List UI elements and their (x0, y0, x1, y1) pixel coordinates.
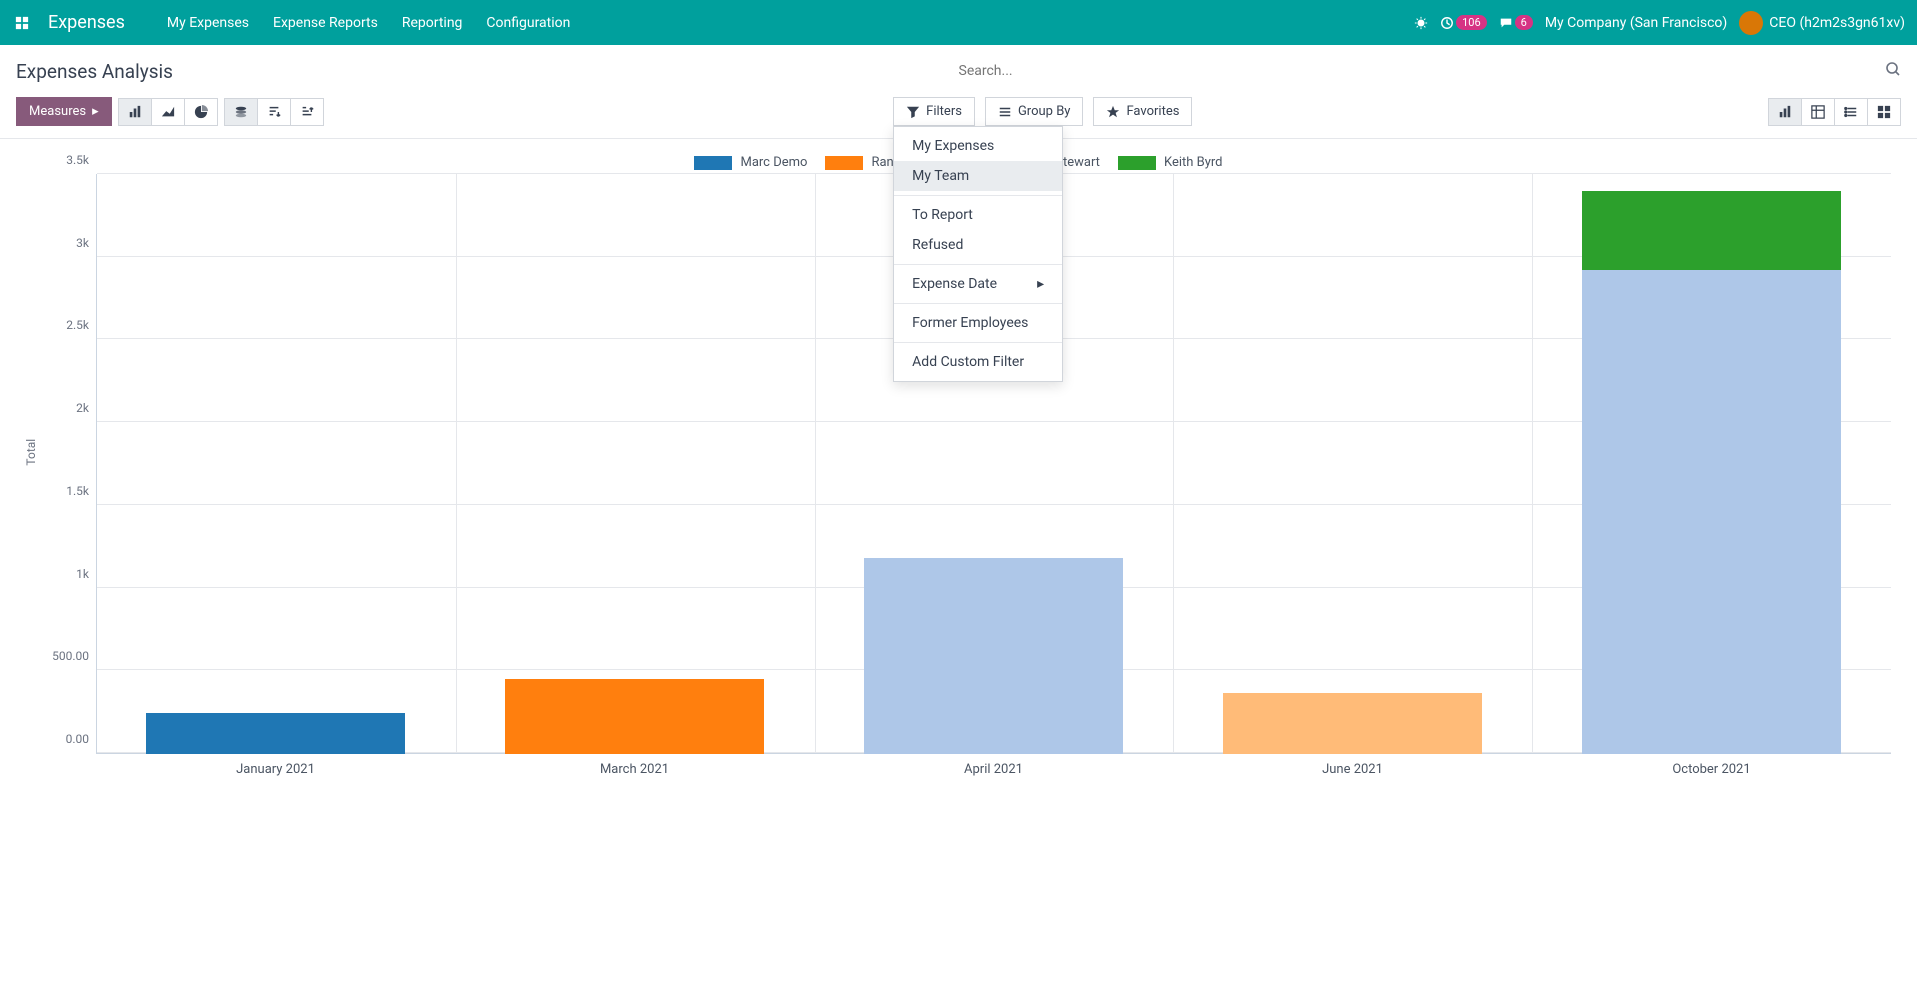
bar-group (1532, 174, 1891, 754)
x-tick: January 2021 (96, 754, 455, 784)
bar-segment[interactable] (1582, 191, 1840, 271)
view-graph-button[interactable] (1768, 98, 1802, 126)
bar-stack[interactable] (1223, 174, 1481, 754)
bar-group (1173, 174, 1532, 754)
activities-badge: 106 (1456, 15, 1487, 30)
filter-refused[interactable]: Refused (894, 230, 1062, 260)
bar-segment[interactable] (1223, 693, 1481, 754)
sort-desc-button[interactable] (257, 98, 291, 126)
apps-icon[interactable] (12, 13, 32, 33)
bar-segment[interactable] (146, 713, 404, 754)
search-bar[interactable] (959, 57, 1902, 85)
nav-configuration[interactable]: Configuration (474, 15, 582, 31)
page-title: Expenses Analysis (16, 60, 959, 83)
bar-segment[interactable] (1582, 270, 1840, 754)
user-name: CEO (h2m2s3gn61xv) (1769, 15, 1905, 31)
x-tick: June 2021 (1173, 754, 1532, 784)
debug-icon[interactable] (1414, 16, 1428, 30)
discuss-icon[interactable]: 6 (1499, 15, 1533, 30)
measures-button[interactable]: Measures ▸ (16, 97, 112, 126)
company-switcher[interactable]: My Company (San Francisco) (1545, 15, 1727, 31)
y-tick: 1k (76, 567, 97, 581)
filters-dropdown: My Expenses My Team To Report Refused Ex… (893, 126, 1063, 382)
x-tick: October 2021 (1532, 754, 1891, 784)
bar-group (455, 174, 814, 754)
nav-expense-reports[interactable]: Expense Reports (261, 15, 390, 31)
toolbar: Measures ▸ Filters My Ex (0, 93, 1917, 139)
filters-button[interactable]: Filters (893, 97, 975, 126)
filter-add-custom[interactable]: Add Custom Filter (894, 347, 1062, 377)
view-pivot-button[interactable] (1801, 98, 1835, 126)
view-switcher (1768, 98, 1901, 126)
x-axis: January 2021March 2021April 2021June 202… (96, 754, 1891, 784)
app-name[interactable]: Expenses (48, 12, 125, 33)
top-nav: Expenses My Expenses Expense Reports Rep… (0, 0, 1917, 45)
y-tick: 3.5k (66, 153, 97, 167)
favorites-button[interactable]: Favorites (1093, 97, 1192, 126)
discuss-badge: 6 (1515, 15, 1533, 30)
bar-group (96, 174, 455, 754)
nav-my-expenses[interactable]: My Expenses (155, 15, 261, 31)
bar-stack[interactable] (146, 174, 404, 754)
caret-right-icon: ▸ (1037, 276, 1044, 292)
view-list-button[interactable] (1834, 98, 1868, 126)
legend-item[interactable]: Keith Byrd (1118, 155, 1223, 170)
sort-asc-button[interactable] (290, 98, 324, 126)
y-axis-label: Total (24, 439, 38, 466)
legend-swatch (825, 156, 863, 170)
stack-group (224, 98, 324, 126)
bar-segment[interactable] (864, 558, 1122, 754)
y-tick: 1.5k (66, 484, 97, 498)
search-icon[interactable] (1885, 61, 1901, 81)
activities-icon[interactable]: 106 (1440, 15, 1487, 30)
legend-label: Keith Byrd (1164, 155, 1223, 170)
bar-stack[interactable] (505, 174, 763, 754)
filter-my-team[interactable]: My Team (894, 161, 1062, 191)
filter-former-employees[interactable]: Former Employees (894, 308, 1062, 338)
y-tick: 2.5k (66, 318, 97, 332)
x-tick: April 2021 (814, 754, 1173, 784)
caret-right-icon: ▸ (92, 104, 99, 119)
line-chart-button[interactable] (151, 98, 185, 126)
legend-item[interactable]: Marc Demo (694, 155, 807, 170)
y-tick: 3k (76, 236, 97, 250)
legend-swatch (694, 156, 732, 170)
search-input[interactable] (959, 57, 1902, 85)
bar-stack[interactable] (1582, 174, 1840, 754)
chart-type-group (118, 98, 218, 126)
pie-chart-button[interactable] (184, 98, 218, 126)
stacked-button[interactable] (224, 98, 258, 126)
y-tick: 2k (76, 401, 97, 415)
nav-reporting[interactable]: Reporting (390, 15, 475, 31)
y-tick: 0.00 (66, 732, 97, 746)
legend-swatch (1118, 156, 1156, 170)
view-kanban-button[interactable] (1867, 98, 1901, 126)
y-tick: 500.00 (52, 649, 97, 663)
filter-my-expenses[interactable]: My Expenses (894, 131, 1062, 161)
x-tick: March 2021 (455, 754, 814, 784)
user-menu[interactable]: CEO (h2m2s3gn61xv) (1739, 11, 1905, 35)
legend-label: Marc Demo (740, 155, 807, 170)
filter-expense-date[interactable]: Expense Date ▸ (894, 269, 1062, 299)
groupby-button[interactable]: Group By (985, 97, 1084, 126)
bar-segment[interactable] (505, 679, 763, 754)
filter-to-report[interactable]: To Report (894, 200, 1062, 230)
bar-chart-button[interactable] (118, 98, 152, 126)
user-avatar-icon (1739, 11, 1763, 35)
control-panel: Expenses Analysis (0, 45, 1917, 93)
